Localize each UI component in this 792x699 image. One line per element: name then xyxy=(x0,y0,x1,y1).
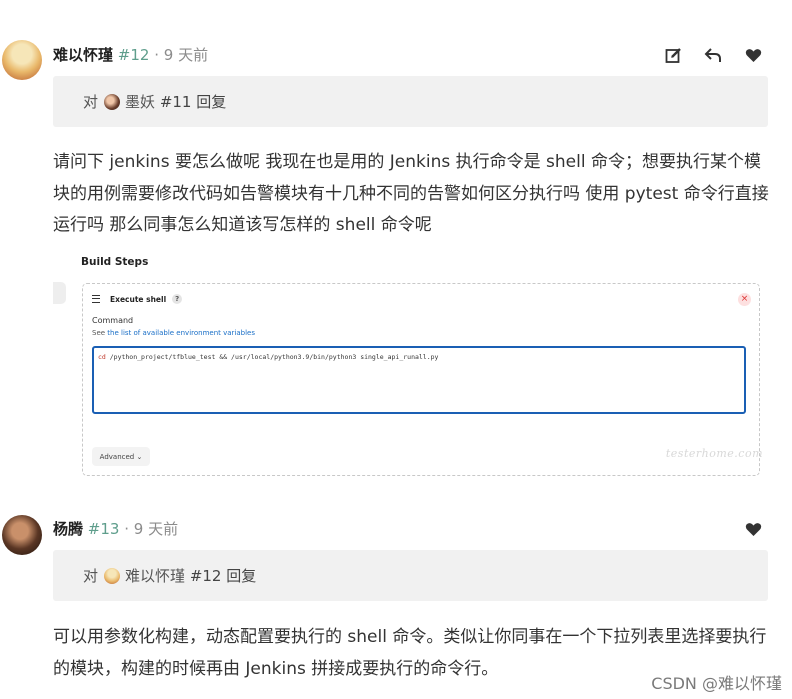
reply-prefix: 对 xyxy=(83,567,99,585)
step-header: Execute shell ? xyxy=(92,294,183,304)
reply-user[interactable]: 墨妖 xyxy=(125,91,155,112)
side-tab xyxy=(53,282,66,304)
edit-icon[interactable] xyxy=(663,45,683,65)
username[interactable]: 杨腾 xyxy=(53,520,83,538)
reply-prefix: 对 xyxy=(83,93,99,111)
code-text: /python_project/tfblue_test && /usr/loca… xyxy=(105,353,439,361)
username[interactable]: 难以怀瑾 xyxy=(53,46,113,64)
post-content: 请问下 jenkins 要怎么做呢 我现在也是用的 Jenkins 执行命令是 … xyxy=(53,152,769,235)
step-name: Execute shell xyxy=(110,294,167,304)
command-label: Command xyxy=(92,316,134,325)
post-meta: 杨腾 #13 · 9 天前 xyxy=(53,518,178,539)
embedded-screenshot: Build Steps Execute shell ? × Command Se… xyxy=(53,250,768,482)
reply-icon[interactable] xyxy=(703,45,723,65)
env-link: the list of available environment variab… xyxy=(107,329,256,337)
env-hint: See the list of available environment va… xyxy=(92,329,255,337)
heart-icon[interactable] xyxy=(743,519,763,539)
post-meta: 难以怀瑾 #12 · 9 天前 xyxy=(53,44,208,65)
avatar[interactable] xyxy=(2,40,42,80)
heart-icon[interactable] xyxy=(743,45,763,65)
floor-number[interactable]: #12 xyxy=(118,46,150,64)
reply-user[interactable]: 难以怀瑾 xyxy=(125,565,185,586)
post-time: · 9 天前 xyxy=(154,46,209,64)
avatar[interactable] xyxy=(2,515,42,555)
reply-ref[interactable]: #11 回复 xyxy=(160,91,226,112)
floor-number[interactable]: #13 xyxy=(88,520,120,538)
csdn-watermark: CSDN @难以怀瑾 xyxy=(651,674,782,693)
help-icon: ? xyxy=(172,294,183,304)
reply-ref[interactable]: #12 回复 xyxy=(190,565,256,586)
drag-handle-icon xyxy=(92,295,100,303)
close-icon: × xyxy=(738,293,751,306)
post-time: · 9 天前 xyxy=(124,520,179,538)
reply-quote[interactable]: 对 墨妖 #11 回复 xyxy=(53,76,768,127)
reply-quote[interactable]: 对 难以怀瑾 #12 回复 xyxy=(53,550,768,601)
build-steps-title: Build Steps xyxy=(81,256,149,268)
mini-avatar xyxy=(104,567,121,584)
mini-avatar xyxy=(104,93,121,110)
post-actions xyxy=(743,519,763,539)
advanced-button: Advanced ⌄ xyxy=(92,447,150,466)
watermark: testerhome.com xyxy=(665,447,763,460)
post-actions xyxy=(663,45,763,65)
hint-prefix: See xyxy=(92,329,106,337)
code-keyword: cd xyxy=(98,353,106,361)
build-step-panel: Execute shell ? × Command See the list o… xyxy=(82,283,763,476)
command-textarea: cd /python_project/tfblue_test && /usr/l… xyxy=(92,346,746,414)
